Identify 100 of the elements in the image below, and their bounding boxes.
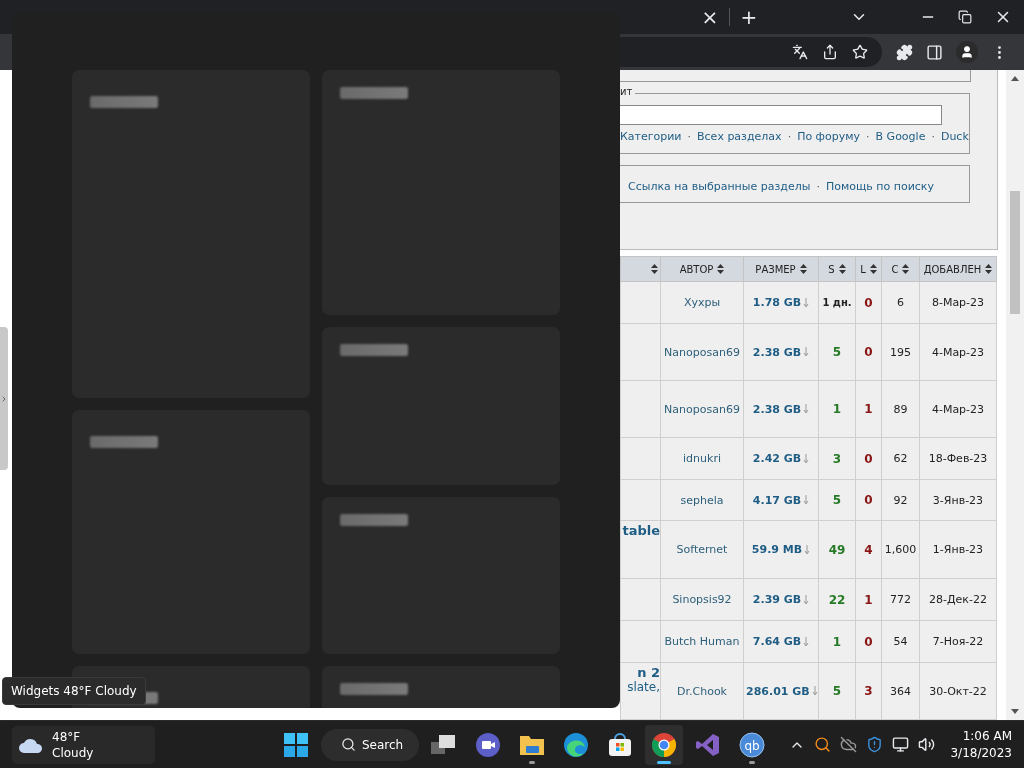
star-icon[interactable] <box>852 44 868 60</box>
video-camera-icon <box>475 731 501 758</box>
author-link[interactable]: Dr.Chook <box>677 684 727 698</box>
search-link[interactable]: В Google <box>875 130 926 143</box>
leechers-count: 0 <box>864 345 873 359</box>
sort-icon[interactable] <box>838 264 846 274</box>
author-link[interactable]: idnukri <box>683 452 721 465</box>
monitor-icon[interactable] <box>892 736 910 753</box>
leechers-count: 1 <box>864 592 873 607</box>
sort-icon[interactable] <box>902 264 910 274</box>
search-field[interactable] <box>620 105 942 125</box>
added-date: 3-Янв-23 <box>932 493 984 507</box>
sort-icon[interactable] <box>799 264 807 274</box>
chevron-right-icon[interactable] <box>0 394 8 403</box>
comments-count: 6 <box>897 296 904 309</box>
search-icon <box>341 737 356 752</box>
restore-icon[interactable] <box>958 10 972 24</box>
arrow-down-icon <box>804 544 811 555</box>
translate-icon[interactable] <box>792 44 808 60</box>
blurred-title <box>340 87 408 99</box>
size-link[interactable]: 2.38 GB <box>752 345 810 359</box>
size-link[interactable]: 59.9 MB <box>751 543 811 556</box>
comments-count: 772 <box>890 593 911 606</box>
blurred-title <box>340 683 408 695</box>
sort-icon[interactable] <box>651 264 658 274</box>
sort-icon[interactable] <box>985 264 993 274</box>
arrow-down-icon <box>803 495 810 505</box>
tooltip: Widgets 48°F Cloudy <box>2 677 146 705</box>
arrow-down-icon <box>803 404 810 414</box>
weather-widget[interactable]: 48°F Cloudy <box>12 725 155 764</box>
arrow-down-icon <box>803 347 810 357</box>
wave-circle-icon <box>563 731 589 758</box>
blurred-title <box>90 436 158 448</box>
added-date: 4-Мар-23 <box>931 402 985 416</box>
search-link[interactable]: Категории <box>620 130 682 143</box>
taskbar-app-button[interactable]: qb <box>733 724 771 765</box>
search-link[interactable]: Всех разделах <box>697 130 782 143</box>
leechers-count: 0 <box>864 295 873 310</box>
scroll-up-icon[interactable] <box>1011 76 1019 81</box>
seeds-count: 3 <box>832 451 842 466</box>
sort-icon[interactable] <box>869 264 877 274</box>
windows-stack-icon <box>431 733 457 756</box>
column-header[interactable] <box>620 256 661 282</box>
search-link[interactable]: Ссылка на выбранные разделы <box>628 180 811 193</box>
search-button[interactable]: Search <box>321 728 419 761</box>
comments-count: 54 <box>893 635 908 648</box>
profile-icon[interactable] <box>956 41 978 63</box>
scroll-down-icon[interactable] <box>1011 709 1019 714</box>
side-panel-icon[interactable] <box>926 43 943 61</box>
search-link[interactable]: По форуму <box>797 130 861 143</box>
seeds-count: 1 <box>832 634 842 649</box>
clock-time: 1:06 AM <box>962 727 1012 745</box>
search-link[interactable]: Помощь по поиску <box>825 180 934 193</box>
magnifier-icon[interactable] <box>814 736 832 753</box>
column-header[interactable]: S <box>828 263 835 275</box>
clock-date: 3/18/2023 <box>950 744 1012 762</box>
blurred-title <box>340 514 408 526</box>
added-date: 4-Мар-23 <box>931 345 985 359</box>
topic-link[interactable]: n 2 <box>621 665 660 680</box>
temperature: 48°F <box>52 728 82 745</box>
cloud-off-icon[interactable] <box>840 736 858 753</box>
leechers-count: 1 <box>864 402 873 416</box>
scrollbar[interactable] <box>1006 70 1024 720</box>
column-header[interactable]: L <box>860 263 866 275</box>
separator-dot: · <box>866 130 870 143</box>
author-link[interactable]: Хухры <box>683 296 721 309</box>
blurred-title <box>90 96 158 108</box>
infinity-logo-icon <box>695 731 721 758</box>
leechers-count: 0 <box>864 634 873 649</box>
shield-alert-icon[interactable] <box>866 736 884 753</box>
added-date: 28-Дек-22 <box>929 593 987 606</box>
volume-icon[interactable] <box>918 736 936 753</box>
author-link[interactable]: Softernet <box>676 543 728 556</box>
column-header[interactable]: C <box>891 263 899 275</box>
comments-count: 89 <box>893 402 908 416</box>
added-date: 7-Ноя-22 <box>932 635 984 648</box>
scroll-thumb[interactable] <box>1010 191 1020 314</box>
arrow-down-icon <box>803 297 810 308</box>
arrow-down-icon <box>811 686 818 696</box>
search-link[interactable]: Duck <box>940 130 969 143</box>
search-legend: ит <box>620 86 636 97</box>
clock[interactable]: 1:06 AM 3/18/2023 <box>950 727 1012 762</box>
tab-close-button[interactable]: × <box>698 5 722 29</box>
side-handle[interactable] <box>0 327 8 470</box>
arrow-down-icon <box>803 636 810 647</box>
puzzle-icon[interactable] <box>896 43 913 61</box>
new-tab-button[interactable]: + <box>737 5 761 29</box>
comments-count: 62 <box>893 452 908 465</box>
added-date: 8-Мар-23 <box>931 296 985 309</box>
arrow-down-icon <box>803 453 810 464</box>
share-icon[interactable] <box>822 44 838 60</box>
column-header[interactable]: АВТОР <box>679 263 714 275</box>
separator-dot: · <box>816 180 820 193</box>
author-link[interactable]: sephela <box>680 493 724 507</box>
seeds-count: 5 <box>832 493 842 507</box>
comments-count: 195 <box>890 345 911 359</box>
added-date: 30-Окт-22 <box>929 684 987 698</box>
sort-icon[interactable] <box>717 264 725 274</box>
taskbar-app-button[interactable] <box>645 724 683 765</box>
size-link[interactable]: 2.38 GB <box>752 402 810 416</box>
